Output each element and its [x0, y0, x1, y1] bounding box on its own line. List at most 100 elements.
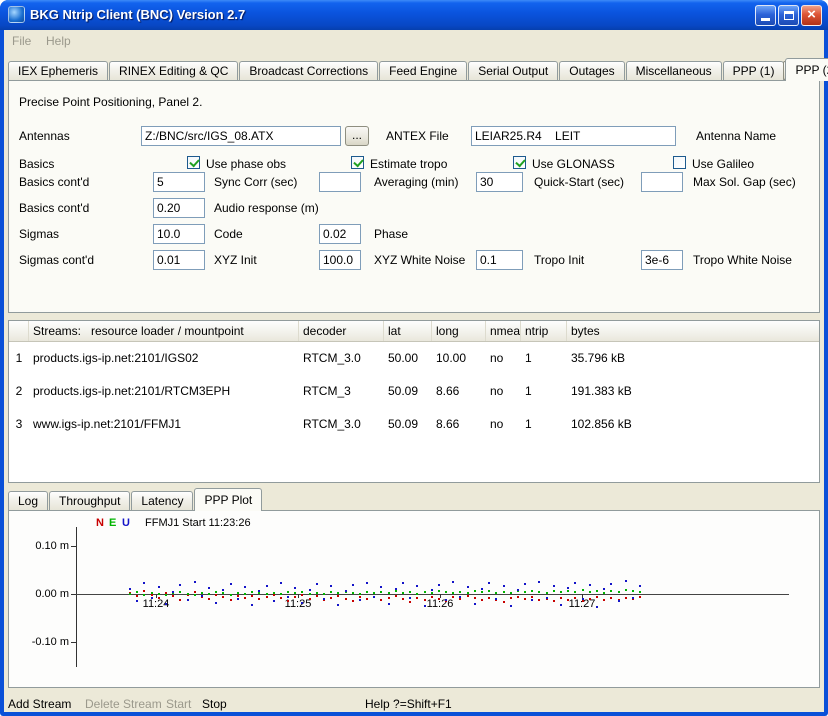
basics3-label: Basics cont'd	[19, 201, 89, 215]
close-icon: ×	[807, 6, 816, 23]
delete-stream-button[interactable]: Delete Stream	[85, 697, 162, 711]
tab-outages[interactable]: Outages	[559, 61, 624, 80]
tab-miscellaneous[interactable]: Miscellaneous	[626, 61, 722, 80]
xyz-white-noise-input[interactable]	[319, 250, 361, 270]
sigma-phase-label: Phase	[374, 227, 408, 241]
sigma-phase-input[interactable]	[319, 224, 361, 244]
tab-ppp-1[interactable]: PPP (1)	[723, 61, 785, 80]
cell-bytes: 35.796 kB	[567, 342, 819, 375]
tropo-white-noise-input[interactable]	[641, 250, 683, 270]
estimate-tropo-checkbox[interactable]	[351, 156, 364, 169]
row-number: 2	[9, 375, 29, 408]
tab-throughput[interactable]: Throughput	[49, 491, 130, 510]
streams-table: Streams: resource loader / mountpoint de…	[8, 320, 820, 483]
stop-button[interactable]: Stop	[202, 697, 227, 711]
app-window: BKG Ntrip Client (BNC) Version 2.7 × Fil…	[0, 0, 828, 716]
row-number: 1	[9, 342, 29, 375]
antex-browse-button[interactable]: ...	[345, 126, 369, 146]
header-nmea: nmea	[486, 321, 521, 341]
panel-heading: Precise Point Positioning, Panel 2.	[19, 95, 202, 109]
title-bar[interactable]: BKG Ntrip Client (BNC) Version 2.7 ×	[0, 0, 828, 30]
header-lat: lat	[384, 321, 432, 341]
cell-mountpoint: products.igs-ip.net:2101/RTCM3EPH	[29, 375, 299, 408]
top-tab-bar: IEX Ephemeris RINEX Editing & QC Broadca…	[8, 58, 780, 80]
tropo-init-label: Tropo Init	[534, 253, 584, 267]
basics-label: Basics	[19, 157, 54, 171]
antenna-name-input[interactable]	[471, 126, 676, 146]
header-mountpoint: Streams: resource loader / mountpoint	[29, 321, 299, 341]
plot-points-layer	[9, 511, 819, 687]
max-sol-gap-label: Max Sol. Gap (sec)	[693, 175, 796, 189]
max-sol-gap-input[interactable]	[641, 172, 683, 192]
antennas-path-input[interactable]	[141, 126, 341, 146]
minimize-button[interactable]	[755, 5, 776, 26]
tab-latency[interactable]: Latency	[131, 491, 193, 510]
antenna-name-label: Antenna Name	[696, 129, 776, 143]
minimize-icon	[761, 18, 770, 21]
ppp-panel: Precise Point Positioning, Panel 2. Ante…	[8, 80, 820, 313]
cell-nmea: no	[486, 342, 521, 375]
tab-feed-engine[interactable]: Feed Engine	[379, 61, 467, 80]
tab-log[interactable]: Log	[8, 491, 48, 510]
cell-ntrip: 1	[521, 342, 567, 375]
bottom-tab-bar: Log Throughput Latency PPP Plot	[8, 488, 408, 510]
xyz-white-noise-label: XYZ White Noise	[374, 253, 465, 267]
use-phase-obs-checkbox[interactable]	[187, 156, 200, 169]
tab-rinex-editing-qc[interactable]: RINEX Editing & QC	[109, 61, 238, 80]
cell-lat: 50.09	[384, 408, 432, 441]
xyz-init-input[interactable]	[153, 250, 205, 270]
header-long: long	[432, 321, 486, 341]
maximize-icon	[784, 11, 794, 20]
table-row[interactable]: 1 products.igs-ip.net:2101/IGS02 RTCM_3.…	[9, 342, 819, 375]
table-row[interactable]: 2 products.igs-ip.net:2101/RTCM3EPH RTCM…	[9, 375, 819, 408]
cell-ntrip: 1	[521, 375, 567, 408]
audio-response-label: Audio response (m)	[214, 201, 319, 215]
add-stream-button[interactable]: Add Stream	[8, 697, 71, 711]
start-button[interactable]: Start	[166, 697, 191, 711]
row-number: 3	[9, 408, 29, 441]
sync-corr-input[interactable]	[153, 172, 205, 192]
table-row[interactable]: 3 www.igs-ip.net:2101/FFMJ1 RTCM_3.0 50.…	[9, 408, 819, 441]
estimate-tropo-label: Estimate tropo	[370, 157, 447, 171]
sigma-code-label: Code	[214, 227, 243, 241]
ppp-plot-panel: N E U FFMJ1 Start 11:23:26 0.10 m 0.00 m…	[8, 510, 820, 688]
cell-lat: 50.09	[384, 375, 432, 408]
tab-broadcast-corrections[interactable]: Broadcast Corrections	[239, 61, 378, 80]
tab-ppp-plot[interactable]: PPP Plot	[194, 488, 262, 511]
menu-file[interactable]: File	[12, 34, 31, 48]
averaging-label: Averaging (min)	[374, 175, 458, 189]
use-glonass-label: Use GLONASS	[532, 157, 615, 171]
maximize-button[interactable]	[778, 5, 799, 26]
cell-nmea: no	[486, 408, 521, 441]
xyz-init-label: XYZ Init	[214, 253, 257, 267]
averaging-input[interactable]	[319, 172, 361, 192]
tab-serial-output[interactable]: Serial Output	[468, 61, 558, 80]
audio-response-input[interactable]	[153, 198, 205, 218]
sigma-code-input[interactable]	[153, 224, 205, 244]
use-galileo-label: Use Galileo	[692, 157, 754, 171]
quick-start-input[interactable]	[476, 172, 523, 192]
app-icon	[8, 6, 25, 23]
use-galileo-checkbox[interactable]	[673, 156, 686, 169]
cell-decoder: RTCM_3.0	[299, 342, 384, 375]
header-ntrip: ntrip	[521, 321, 567, 341]
client-area: File Help IEX Ephemeris RINEX Editing & …	[4, 30, 824, 712]
cell-mountpoint: products.igs-ip.net:2101/IGS02	[29, 342, 299, 375]
tab-ppp-2[interactable]: PPP (2)	[785, 58, 828, 81]
sigmas2-label: Sigmas cont'd	[19, 253, 94, 267]
close-button[interactable]: ×	[801, 5, 822, 26]
antex-file-label: ANTEX File	[386, 129, 449, 143]
cell-long: 8.66	[432, 375, 486, 408]
tab-iex-ephemeris[interactable]: IEX Ephemeris	[8, 61, 108, 80]
tropo-init-input[interactable]	[476, 250, 523, 270]
use-glonass-checkbox[interactable]	[513, 156, 526, 169]
cell-long: 10.00	[432, 342, 486, 375]
cell-ntrip: 1	[521, 408, 567, 441]
cell-nmea: no	[486, 375, 521, 408]
header-decoder: decoder	[299, 321, 384, 341]
header-bytes: bytes	[567, 321, 819, 341]
window-title: BKG Ntrip Client (BNC) Version 2.7	[30, 7, 245, 22]
cell-decoder: RTCM_3	[299, 375, 384, 408]
menu-help[interactable]: Help	[46, 34, 71, 48]
streams-table-header: Streams: resource loader / mountpoint de…	[9, 321, 819, 342]
